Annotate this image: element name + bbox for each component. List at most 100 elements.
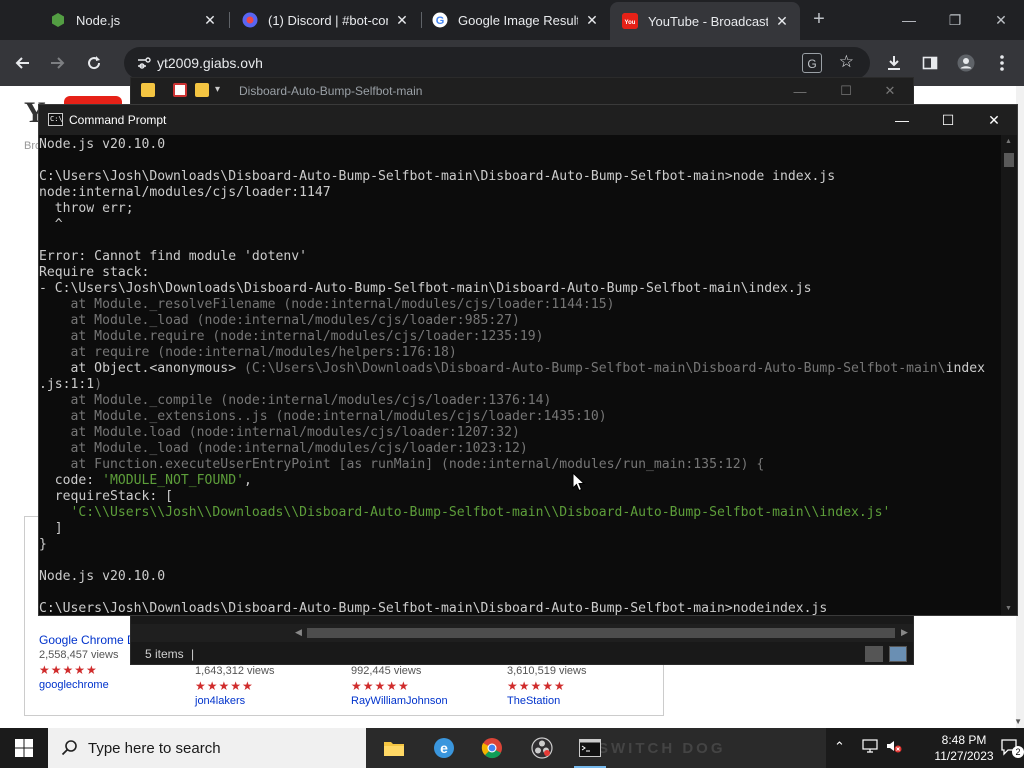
taskbar-edge[interactable]: e bbox=[420, 728, 468, 768]
new-folder-icon[interactable] bbox=[195, 83, 209, 97]
cmd-minimize-button[interactable]: — bbox=[879, 105, 925, 135]
chrome-menu-button[interactable] bbox=[988, 49, 1016, 77]
console-line: } bbox=[39, 537, 47, 552]
console-line: throw err; bbox=[39, 201, 134, 216]
folder-icon bbox=[141, 83, 155, 97]
explorer-minimize-button[interactable]: — bbox=[777, 78, 823, 104]
volume-muted-icon[interactable] bbox=[886, 739, 902, 756]
svg-text:G: G bbox=[436, 15, 445, 27]
details-view-icon[interactable] bbox=[865, 646, 883, 662]
scroll-right-arrow-icon[interactable]: ▶ bbox=[901, 627, 908, 638]
tab-title: YouTube - Broadcast Y bbox=[648, 13, 768, 29]
tab-nodejs[interactable]: Node.js ✕ bbox=[38, 6, 228, 34]
tab-close-icon[interactable]: ✕ bbox=[394, 12, 410, 29]
video-views: 992,445 views bbox=[351, 665, 422, 677]
translate-icon[interactable]: G bbox=[802, 53, 822, 73]
console-line: ^ bbox=[39, 217, 63, 232]
cmd-close-button[interactable]: ✕ bbox=[971, 105, 1017, 135]
bookmark-star-icon[interactable]: ☆ bbox=[839, 52, 854, 72]
video-uploader[interactable]: TheStation bbox=[507, 695, 657, 707]
taskbar-search-box[interactable]: Type here to search bbox=[48, 728, 366, 768]
download-icon bbox=[888, 56, 900, 70]
video-rating-stars: ★★★★★ bbox=[195, 679, 254, 693]
scroll-down-arrow-icon[interactable]: ▼ bbox=[1005, 605, 1012, 612]
chrome-icon bbox=[481, 738, 502, 759]
video-item[interactable]: 1,643,312 views ★★★★★ jon4lakers bbox=[195, 663, 345, 707]
tab-title: Google Image Result bbox=[458, 12, 578, 28]
address-url[interactable]: yt2009.giabs.ovh bbox=[157, 55, 263, 71]
explorer-horizontal-scrollbar[interactable]: ◀ ▶ bbox=[131, 624, 913, 642]
video-item[interactable]: 3,610,519 views ★★★★★ TheStation bbox=[507, 663, 657, 707]
obs-icon bbox=[531, 737, 553, 759]
tab-close-icon[interactable]: ✕ bbox=[202, 12, 218, 29]
cmd-console-output[interactable]: Node.js v20.10.0 C:\Users\Josh\Downloads\… bbox=[39, 137, 1001, 615]
tab-close-icon[interactable]: ✕ bbox=[584, 12, 600, 29]
explorer-title: Disboard-Auto-Bump-Selfbot-main bbox=[239, 84, 423, 98]
console-line: at Object.<anonymous> (C:\Users\Josh\Dow… bbox=[39, 361, 1001, 377]
cmd-vertical-scrollbar[interactable]: ▲ ▼ bbox=[1001, 135, 1017, 615]
video-item[interactable]: 992,445 views ★★★★★ RayWilliamJohnson bbox=[351, 663, 501, 707]
back-button[interactable] bbox=[8, 49, 36, 77]
taskbar-command-prompt[interactable] bbox=[566, 728, 614, 768]
quick-access-dropdown-icon[interactable]: ▾ bbox=[215, 84, 220, 95]
forward-button[interactable] bbox=[44, 49, 72, 77]
tab-google-image[interactable]: G Google Image Result ✕ bbox=[420, 6, 610, 34]
clock-time: 8:48 PM bbox=[941, 733, 987, 747]
site-info-icon[interactable] bbox=[136, 55, 152, 71]
windows-taskbar: Type here to search SWITCH DOG e ⌃ 8:48 … bbox=[0, 728, 1024, 768]
tab-discord[interactable]: (1) Discord | #bot-com ✕ bbox=[230, 6, 420, 34]
reload-button[interactable] bbox=[80, 49, 108, 77]
console-line: Node.js v20.10.0 bbox=[39, 137, 166, 152]
taskbar-wallpaper-text: SWITCH DOG bbox=[598, 740, 726, 757]
notification-count-badge: 2 bbox=[1012, 746, 1024, 758]
system-tray: ⌃ 8:48 PM 11/27/2023 2 bbox=[824, 728, 1024, 768]
taskbar-clock[interactable]: 8:48 PM 11/27/2023 bbox=[934, 732, 994, 764]
start-button[interactable] bbox=[0, 728, 48, 768]
discord-icon bbox=[242, 12, 258, 28]
console-line: at Function.executeUserEntryPoint [as ru… bbox=[39, 457, 765, 472]
chevron-up-icon[interactable]: ⌃ bbox=[834, 739, 845, 755]
command-prompt-icon: C:\ bbox=[48, 113, 63, 126]
arrow-left-icon bbox=[15, 57, 29, 69]
browser-minimize-button[interactable]: — bbox=[886, 0, 932, 40]
scroll-down-arrow-icon[interactable]: ▼ bbox=[1014, 717, 1022, 726]
scrollbar-thumb[interactable] bbox=[307, 628, 895, 638]
browser-restore-button[interactable]: ❐ bbox=[932, 0, 978, 40]
console-line: Node.js v20.10.0 bbox=[39, 569, 166, 584]
nodejs-icon bbox=[50, 12, 66, 28]
console-line: at Module._resolveFilename (node:interna… bbox=[39, 297, 615, 312]
taskbar-file-explorer[interactable] bbox=[370, 728, 418, 768]
item-count: 5 items bbox=[145, 647, 184, 661]
cmd-titlebar[interactable]: C:\ Command Prompt — ☐ ✕ bbox=[39, 105, 1017, 135]
cmd-maximize-button[interactable]: ☐ bbox=[925, 105, 971, 135]
profile-button[interactable] bbox=[952, 49, 980, 77]
properties-icon[interactable] bbox=[173, 83, 187, 97]
network-icon[interactable] bbox=[862, 739, 878, 756]
tab-youtube[interactable]: You YouTube - Broadcast Y ✕ bbox=[610, 2, 800, 40]
explorer-titlebar[interactable]: ▾ Disboard-Auto-Bump-Selfbot-main — ☐ ✕ bbox=[131, 78, 913, 104]
video-uploader[interactable]: jon4lakers bbox=[195, 695, 345, 707]
console-line: at Module._extensions..js (node:internal… bbox=[39, 409, 607, 424]
address-bar[interactable]: yt2009.giabs.ovh G ☆ bbox=[124, 47, 870, 79]
scroll-up-arrow-icon[interactable]: ▲ bbox=[1005, 138, 1012, 145]
tab-close-icon[interactable]: ✕ bbox=[774, 13, 790, 30]
video-uploader[interactable]: RayWilliamJohnson bbox=[351, 695, 501, 707]
scrollbar-thumb[interactable] bbox=[1004, 153, 1014, 167]
large-icons-view-icon[interactable] bbox=[889, 646, 907, 662]
console-line: C:\Users\Josh\Downloads\Disboard-Auto-Bu… bbox=[39, 169, 836, 184]
browser-close-button[interactable]: ✕ bbox=[978, 0, 1024, 40]
profile-icon bbox=[957, 54, 975, 72]
console-text-segment: , bbox=[243, 473, 252, 488]
taskbar-chrome[interactable] bbox=[468, 728, 516, 768]
explorer-close-button[interactable]: ✕ bbox=[867, 78, 913, 104]
explorer-maximize-button[interactable]: ☐ bbox=[823, 78, 869, 104]
scroll-left-arrow-icon[interactable]: ◀ bbox=[295, 627, 302, 638]
downloads-button[interactable] bbox=[880, 49, 908, 77]
taskbar-obs[interactable] bbox=[518, 728, 566, 768]
command-prompt-window[interactable]: C:\ Command Prompt — ☐ ✕ Node.js v20.10.… bbox=[38, 104, 1018, 616]
side-panel-button[interactable] bbox=[916, 49, 944, 77]
new-tab-button[interactable]: + bbox=[808, 8, 830, 30]
video-uploader[interactable]: googlechrome bbox=[39, 679, 189, 691]
console-text-segment: .js:1:1 bbox=[39, 377, 95, 392]
